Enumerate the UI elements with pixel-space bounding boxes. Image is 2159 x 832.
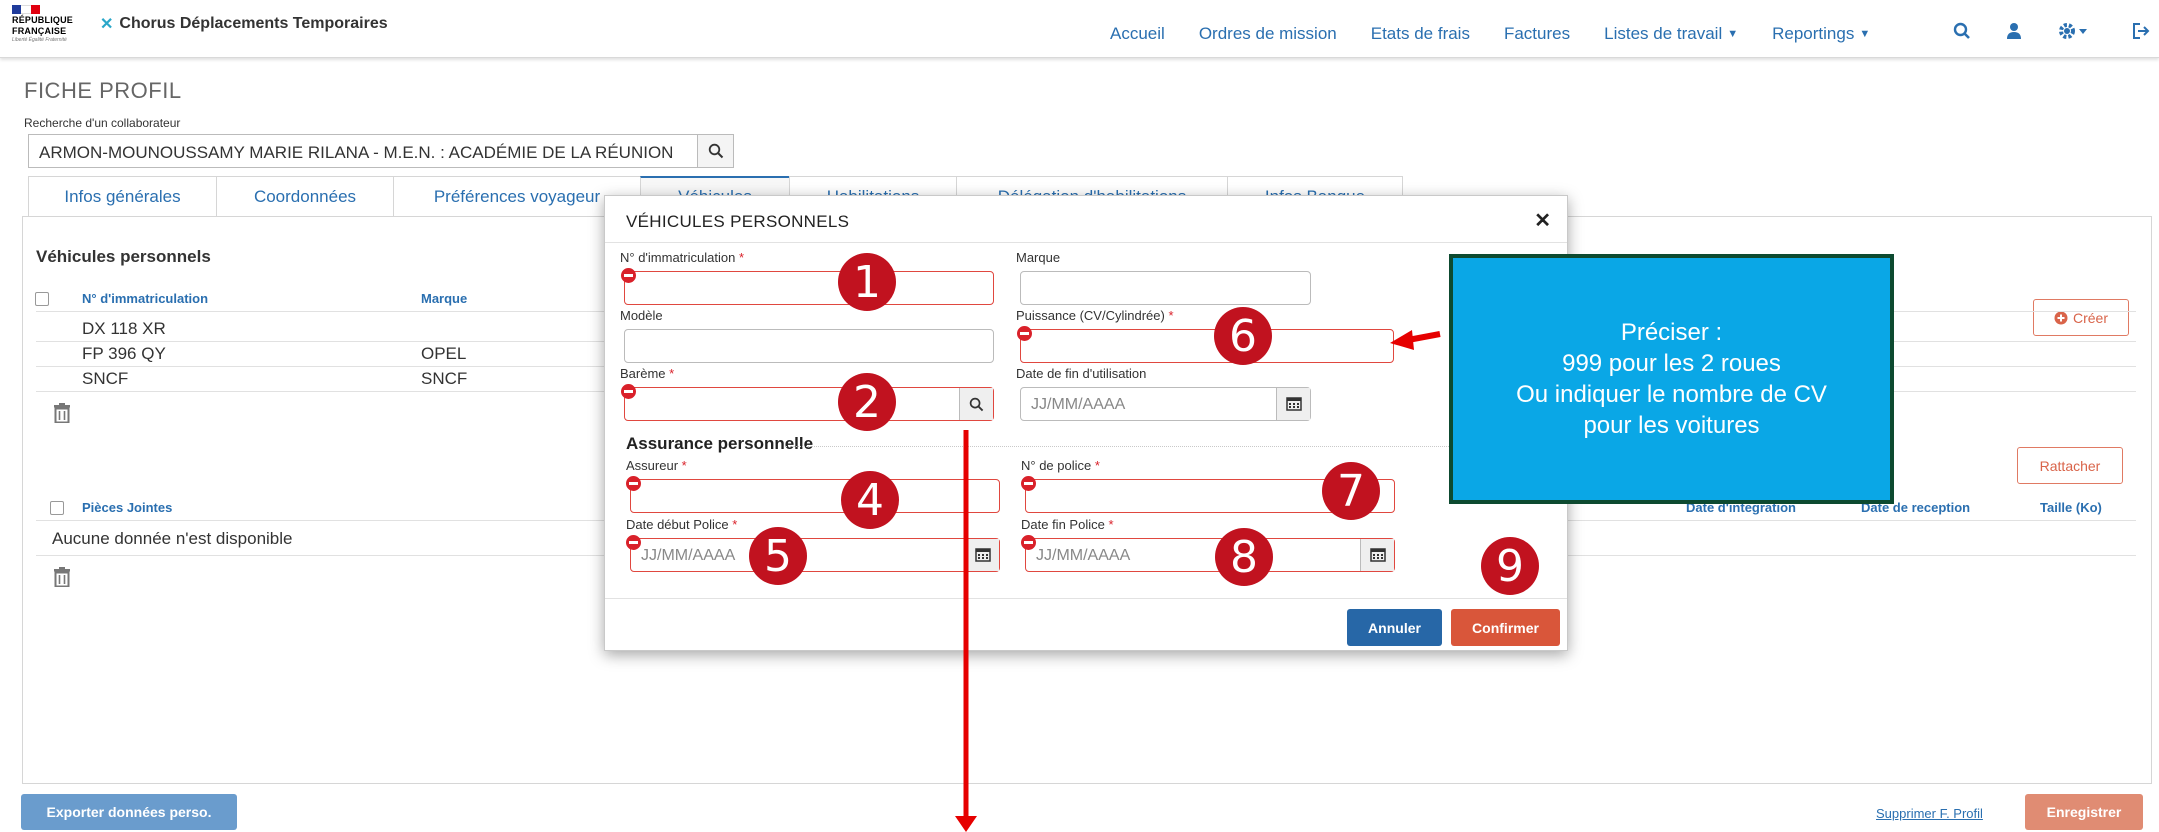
arrow-to-puissance bbox=[1390, 330, 1441, 350]
arrow-down bbox=[955, 430, 977, 832]
annotation-arrows bbox=[955, 330, 1441, 832]
